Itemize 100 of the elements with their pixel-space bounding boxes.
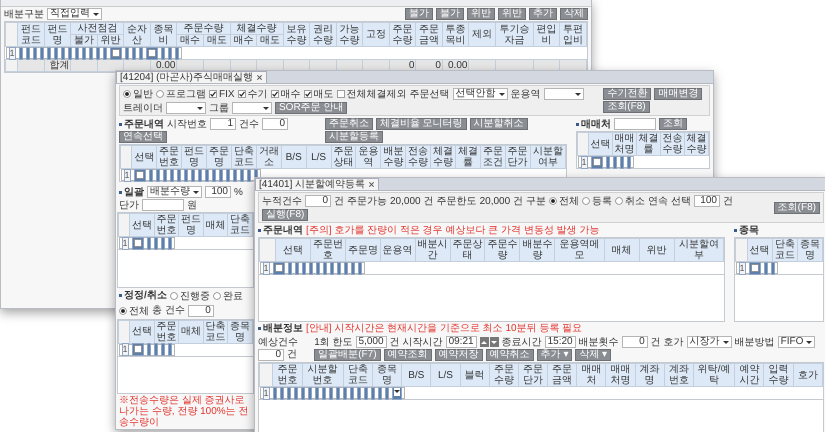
- column-header: 단축코드: [228, 214, 252, 236]
- table-row[interactable]: 1: [260, 387, 405, 399]
- column-header: 배분수량: [380, 146, 406, 168]
- column-header: L/S: [430, 364, 460, 386]
- column-header: 운용역메모: [554, 238, 604, 262]
- column-header: 선택: [132, 146, 157, 168]
- input-field[interactable]: 0: [188, 304, 214, 316]
- table-row[interactable]: 1: [118, 237, 175, 249]
- checkbox[interactable]: [592, 158, 601, 166]
- field-label: %: [234, 186, 243, 198]
- column-header: 주문번호: [154, 214, 179, 236]
- field-label: 총 건수: [152, 305, 185, 316]
- field-label: 건: [287, 349, 297, 360]
- column-header: 매체: [178, 320, 204, 343]
- section-title: 매매처: [581, 118, 611, 130]
- dropdown[interactable]: [394, 388, 400, 396]
- input-field[interactable]: 0: [305, 195, 331, 207]
- table-row[interactable]: 1: [120, 169, 261, 181]
- checkbox[interactable]: [274, 264, 283, 272]
- input-field[interactable]: 1: [210, 118, 236, 130]
- column-header: 시분할여부: [674, 238, 724, 262]
- column-header: 주문금액: [548, 364, 577, 386]
- radio-button[interactable]: 프로그램: [156, 87, 206, 101]
- footnote-text: ※전송수량은 실제 증권사로 나가는 수량, 전량 100%는 전송수량이: [118, 394, 250, 429]
- input-field[interactable]: 15:20: [544, 336, 576, 348]
- column-header: 주문수량: [489, 364, 518, 386]
- radio-button[interactable]: 완료: [212, 288, 243, 302]
- column-header: 주문금액: [416, 22, 442, 46]
- input-field[interactable]: 100: [694, 195, 720, 207]
- radio-button[interactable]: 등록: [582, 194, 612, 208]
- input-field[interactable]: 0: [262, 118, 288, 130]
- column-header: 종목비: [150, 22, 177, 46]
- row-number: 1: [262, 262, 270, 274]
- column-header: L/S: [306, 146, 332, 168]
- checkbox[interactable]: FIX: [209, 88, 235, 100]
- checkbox[interactable]: [750, 264, 759, 272]
- row-number: 1: [124, 168, 131, 182]
- input-field[interactable]: [142, 199, 184, 211]
- table-row[interactable]: 1: [260, 262, 365, 274]
- field-label: 건: [424, 196, 434, 206]
- up-button[interactable]: [480, 337, 489, 347]
- column-header: 보유수량: [283, 22, 310, 46]
- column-header: 주문조건: [480, 146, 506, 168]
- checkbox[interactable]: [136, 170, 144, 178]
- column-header: 선택: [588, 132, 612, 156]
- dropdown[interactable]: 선택안함: [452, 88, 508, 100]
- field-label: 원: [187, 200, 197, 210]
- column-header: 매매처명: [606, 364, 636, 386]
- radio-button[interactable]: 일반: [123, 87, 153, 101]
- table-row[interactable]: 1: [736, 262, 778, 274]
- checkbox[interactable]: 전체체결제외: [336, 87, 407, 101]
- window-tab[interactable]: [41401] 시분할예약등록: [255, 178, 380, 190]
- column-header: 투편입비: [560, 22, 586, 46]
- input-field[interactable]: 09:21: [446, 336, 477, 348]
- column-header: 선택: [747, 238, 772, 262]
- checkbox[interactable]: 매도: [304, 87, 334, 101]
- column-header: 주문상태: [450, 238, 485, 262]
- radio-button[interactable]: 진행중: [170, 288, 210, 302]
- column-header: 주문수량: [389, 22, 416, 46]
- checkbox[interactable]: [134, 238, 142, 246]
- checkbox[interactable]: [134, 345, 142, 353]
- table-row[interactable]: 1: [578, 156, 634, 168]
- dropdown[interactable]: 직접입력: [47, 8, 102, 20]
- checkbox[interactable]: [148, 48, 156, 56]
- bullet-icon: [576, 122, 579, 126]
- bullet-icon: [119, 294, 122, 297]
- checkbox[interactable]: [112, 48, 120, 56]
- input-field[interactable]: 100: [205, 186, 231, 198]
- input-field[interactable]: 0: [622, 336, 648, 348]
- down-button[interactable]: [490, 337, 499, 347]
- field-label: 종료시간: [502, 336, 542, 348]
- input-field[interactable]: 0: [258, 348, 284, 360]
- radio-button[interactable]: 취소: [615, 194, 646, 208]
- checkbox[interactable]: 수기: [238, 87, 268, 101]
- column-header: 위탁/예탁: [693, 364, 735, 386]
- field-label: 누적건수: [262, 196, 302, 206]
- column-header: 권리수량: [310, 22, 336, 46]
- close-icon[interactable]: [256, 74, 263, 81]
- field-label: 트레이더: [123, 102, 163, 114]
- dropdown[interactable]: FIFO: [778, 336, 816, 348]
- radio-button[interactable]: 전체: [549, 194, 580, 208]
- input-field[interactable]: 5,000: [356, 336, 387, 348]
- close-icon[interactable]: [368, 181, 376, 188]
- window-tab[interactable]: [41204] (마곤사)주식매매실행: [116, 71, 267, 83]
- field-label: 주문한도: [436, 196, 477, 206]
- input-field[interactable]: [614, 118, 656, 130]
- dropdown[interactable]: 시장가: [686, 336, 732, 348]
- column-header: 주문번호: [154, 320, 179, 343]
- column-header: 시분할여부: [530, 146, 566, 168]
- field-label: 20,000: [390, 196, 421, 206]
- dropdown[interactable]: 배분수량: [147, 186, 202, 198]
- caret-icon: [394, 390, 400, 393]
- table-row[interactable]: 1: [6, 47, 182, 59]
- field-label: 예상건수: [258, 336, 298, 348]
- table-row[interactable]: 1: [118, 344, 175, 356]
- field-label: 건: [390, 336, 400, 348]
- checkbox[interactable]: 매수: [270, 87, 301, 101]
- row-number: 1: [122, 236, 129, 250]
- column-header: 운용역: [356, 146, 381, 168]
- radio-button[interactable]: 전체: [119, 304, 149, 318]
